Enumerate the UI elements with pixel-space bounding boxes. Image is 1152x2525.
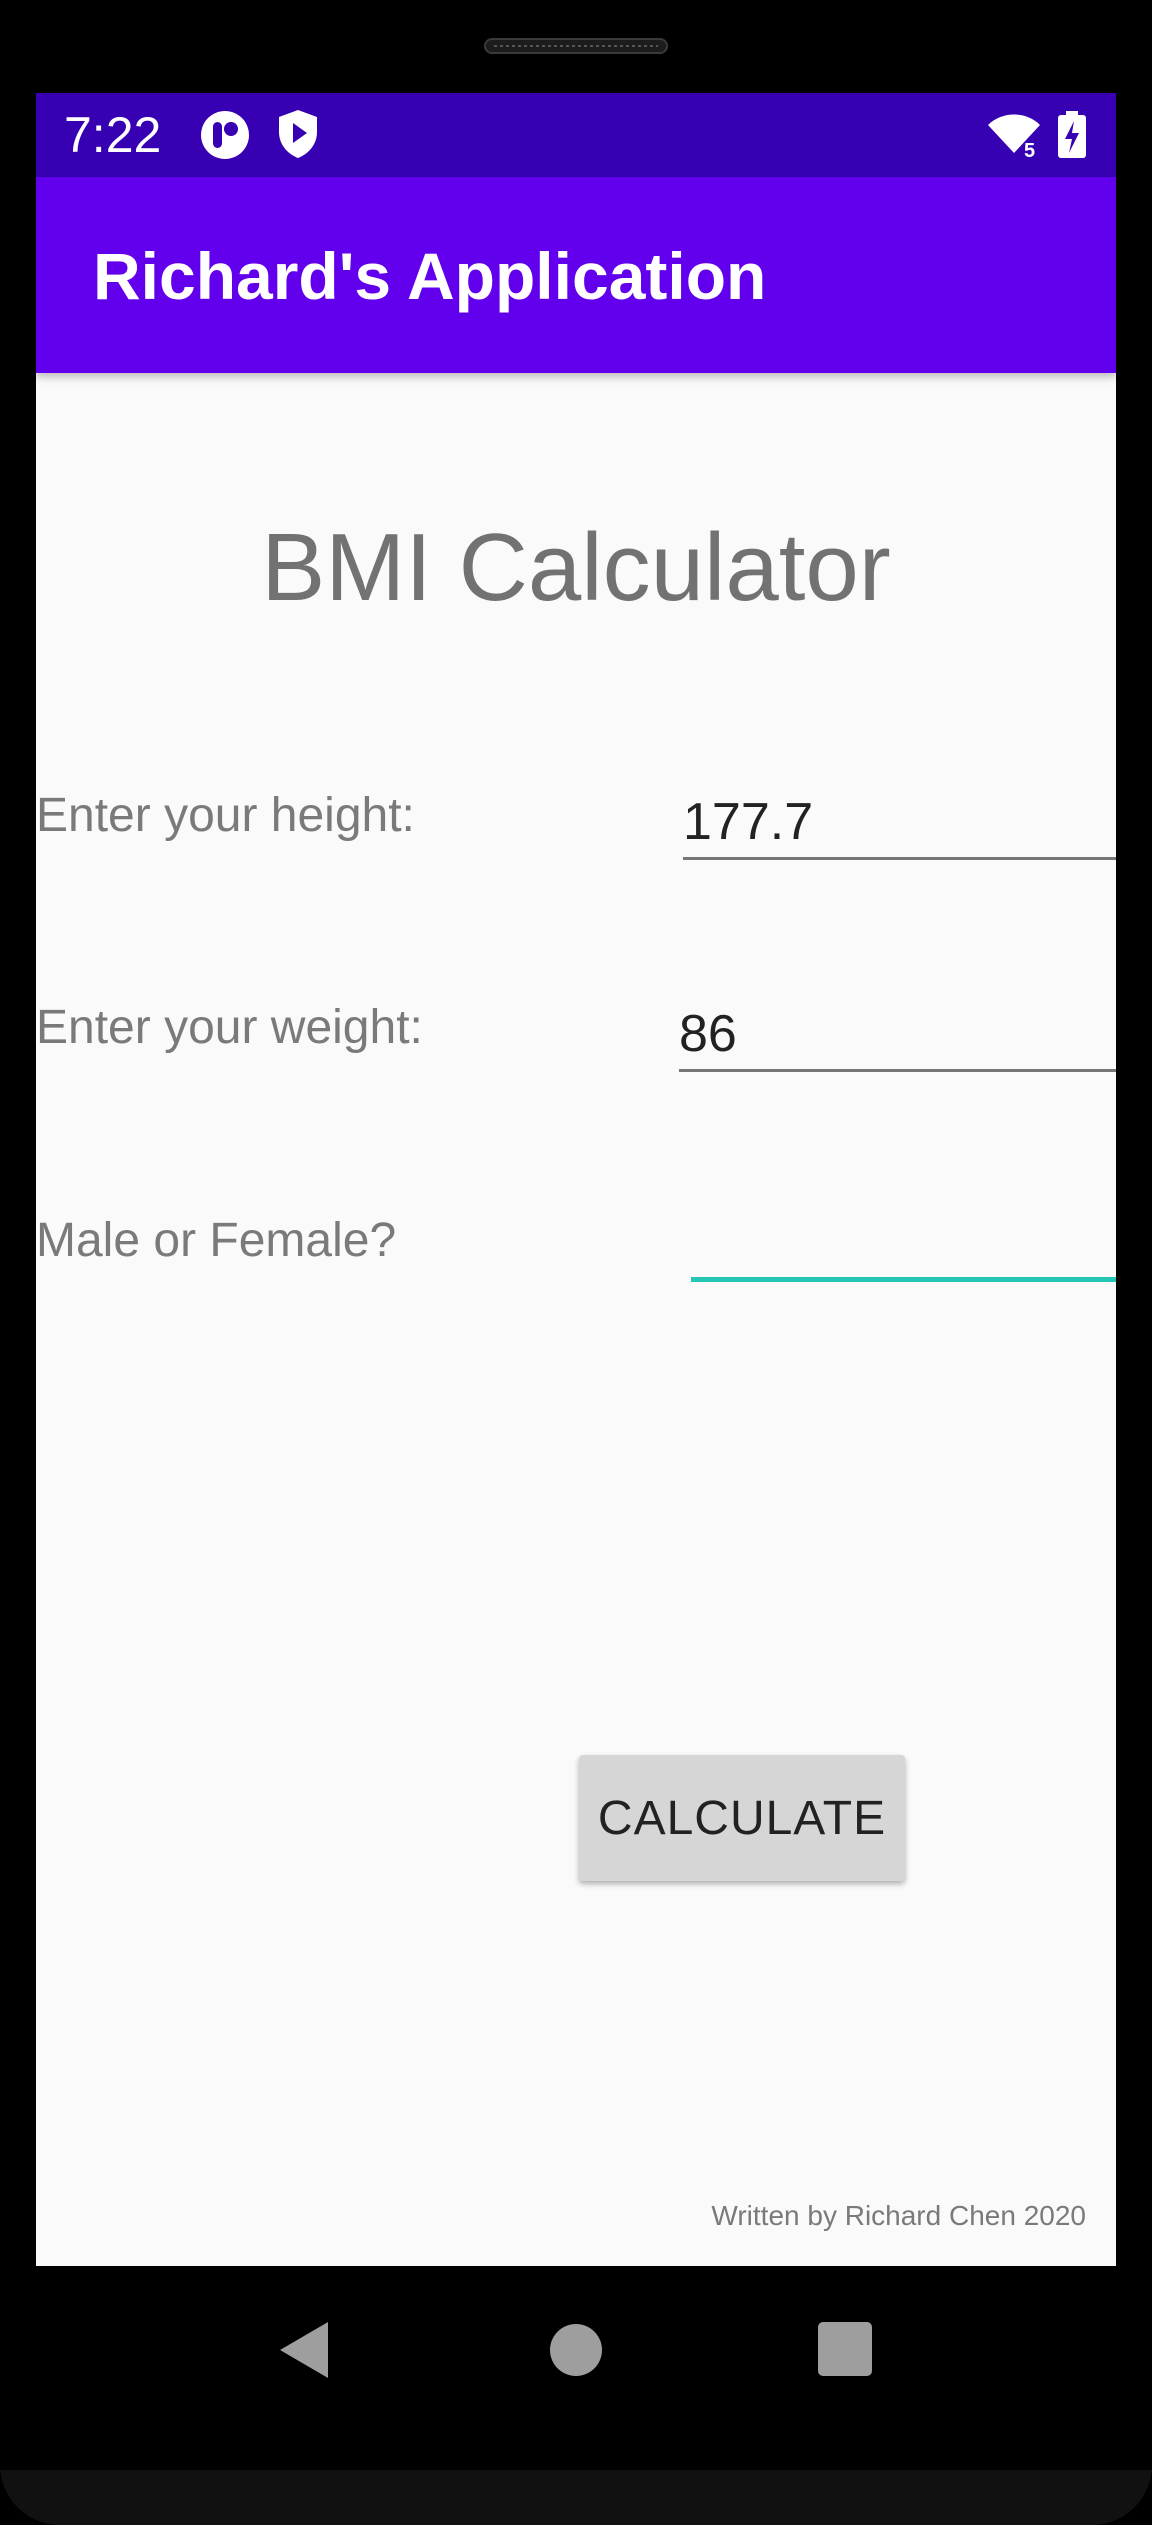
- footer-credit: Written by Richard Chen 2020: [711, 2200, 1086, 2231]
- wifi-icon: 5: [986, 109, 1042, 162]
- device-frame: 7:22 5 Richard's Application BMI Calcula…: [0, 0, 1152, 2525]
- shield-play-icon: [276, 108, 320, 160]
- height-field[interactable]: [683, 788, 1116, 860]
- height-label: Enter your height:: [36, 789, 415, 842]
- weight-label: Enter your weight:: [36, 1001, 423, 1054]
- gender-label: Male or Female?: [36, 1214, 397, 1267]
- status-bar: 7:22 5: [36, 93, 1116, 177]
- gender-field[interactable]: [691, 1210, 1116, 1282]
- device-bottom-band: [0, 2470, 1152, 2525]
- status-time: 7:22: [64, 107, 162, 163]
- page-title: BMI Calculator: [261, 514, 891, 621]
- height-input[interactable]: [683, 788, 1116, 856]
- circle-app-icon: [200, 110, 250, 160]
- recents-icon[interactable]: [818, 2322, 872, 2376]
- calculate-button[interactable]: CALCULATE: [579, 1755, 905, 1881]
- gender-input[interactable]: [691, 1210, 1116, 1278]
- wifi-badge: 5: [1024, 140, 1035, 159]
- battery-charging-icon: [1057, 111, 1087, 159]
- speaker-grille: [484, 38, 668, 54]
- app-screen: 7:22 5 Richard's Application BMI Calcula…: [36, 93, 1116, 2266]
- back-icon[interactable]: [276, 2320, 332, 2380]
- app-bar: Richard's Application: [36, 177, 1116, 373]
- app-title: Richard's Application: [93, 239, 767, 313]
- weight-input[interactable]: [679, 1000, 1116, 1068]
- weight-field[interactable]: [679, 1000, 1116, 1072]
- home-icon[interactable]: [550, 2324, 602, 2376]
- navigation-bar: [0, 2266, 1152, 2436]
